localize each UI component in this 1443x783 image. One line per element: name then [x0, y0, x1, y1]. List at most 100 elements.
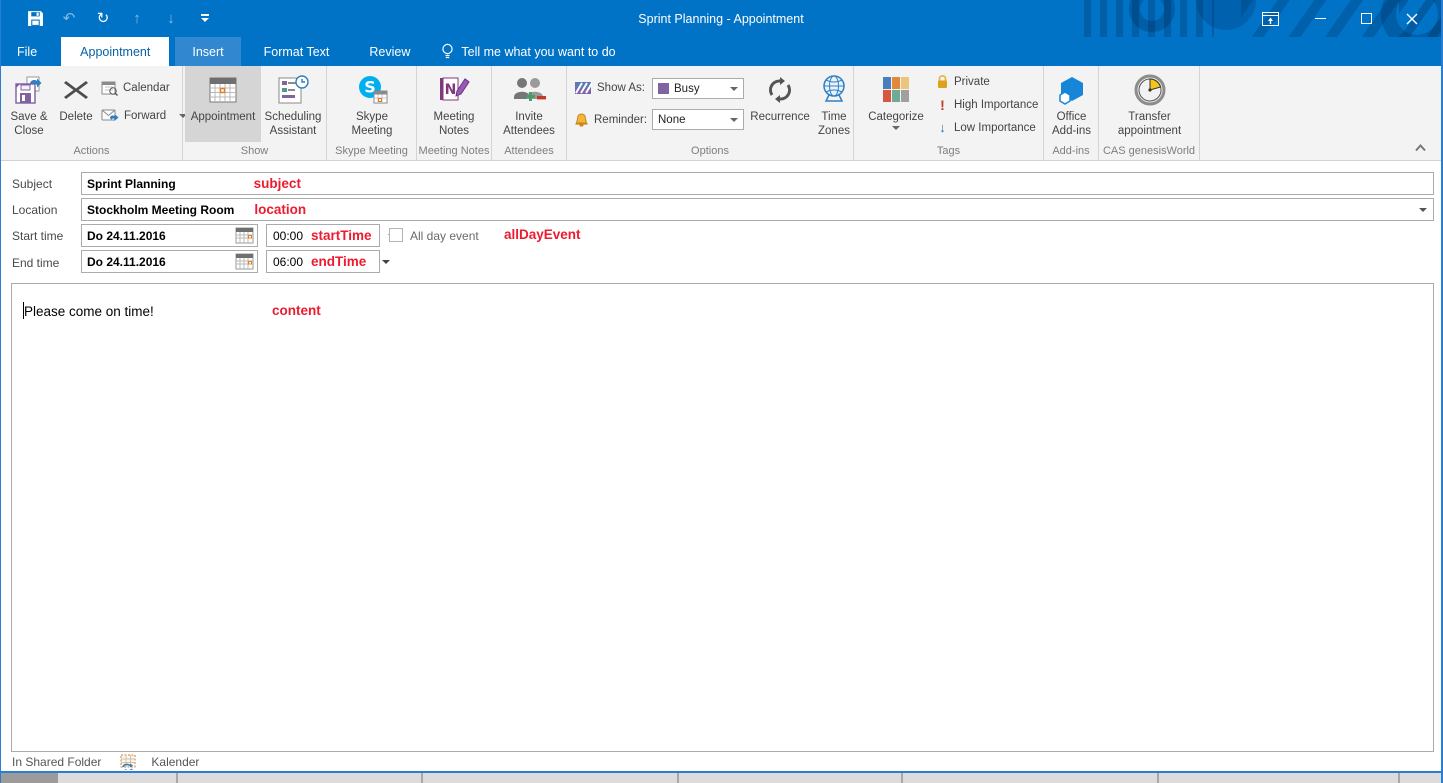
office-addins-icon: [1057, 73, 1087, 107]
status-bar: In Shared Folder Kalender: [1, 752, 1441, 771]
calendar-button[interactable]: Calendar: [101, 80, 170, 96]
meeting-notes-icon: N: [437, 73, 471, 107]
ribbon-tabs: File Appointment Insert Format Text Revi…: [1, 37, 1441, 66]
office-addins-button[interactable]: OfficeAdd-ins: [1047, 70, 1096, 138]
private-button[interactable]: Private: [936, 74, 990, 89]
start-date-picker-icon[interactable]: [235, 227, 254, 244]
subject-field[interactable]: Sprint Planning subject: [81, 172, 1434, 195]
show-as-value: Busy: [674, 83, 700, 95]
appointment-body-editor[interactable]: Please come on time! content: [11, 283, 1434, 752]
tab-format-text[interactable]: Format Text: [247, 37, 347, 66]
skype-label-1: Skype: [356, 111, 388, 123]
collapse-ribbon-icon[interactable]: [1414, 143, 1427, 152]
end-time-value: 06:00: [273, 255, 303, 269]
maximize-button[interactable]: [1345, 4, 1387, 34]
quick-access-toolbar: ↶ ↻ ↑ ↓: [23, 6, 217, 30]
calendar-label: Calendar: [123, 82, 170, 94]
high-importance-icon: !: [936, 97, 949, 113]
high-importance-button[interactable]: ! High Importance: [936, 97, 1038, 113]
lightbulb-icon: [441, 43, 454, 60]
folder-name[interactable]: Kalender: [151, 755, 199, 769]
show-as-row: Show As:: [574, 81, 645, 95]
tab-file[interactable]: File: [1, 37, 53, 66]
up-arrow-icon[interactable]: ↑: [125, 6, 149, 30]
group-attendees: Invite Attendees Attendees: [492, 66, 567, 160]
time-zones-button[interactable]: TimeZones: [815, 70, 853, 138]
group-addins: OfficeAdd-ins Add-ins: [1044, 66, 1099, 160]
appointment-view-button[interactable]: Appointment: [185, 66, 261, 142]
background-window-strip: [1, 773, 1441, 783]
end-time-dropdown-icon: [382, 260, 390, 264]
save-close-icon: [13, 73, 45, 107]
skype-meeting-button[interactable]: S SkypeMeeting: [340, 70, 404, 138]
start-time-annotation: startTime: [311, 228, 372, 243]
scheduling-assistant-icon: [277, 73, 309, 107]
appointment-form: Subject Sprint Planning subject Location…: [1, 161, 1441, 283]
save-close-label-2: Close: [14, 125, 43, 137]
categorize-icon: [881, 73, 911, 107]
end-date-field[interactable]: Do 24.11.2016: [81, 250, 258, 273]
location-label: Location: [12, 203, 57, 217]
group-label-options: Options: [567, 145, 853, 157]
categorize-label: Categorize: [868, 110, 924, 124]
delete-icon: [62, 73, 90, 107]
reminder-value: None: [658, 114, 686, 126]
group-options: Show As: Busy Reminder: None: [567, 66, 854, 160]
location-annotation: location: [254, 202, 306, 217]
transfer-appointment-button[interactable]: Transferappointment: [1107, 70, 1192, 138]
scheduling-assistant-button[interactable]: SchedulingAssistant: [261, 70, 325, 138]
show-as-select[interactable]: Busy: [652, 78, 744, 99]
location-field[interactable]: Stockholm Meeting Room location: [81, 198, 1434, 221]
categorize-dropdown-icon: [892, 126, 900, 130]
save-close-label-1: Save &: [10, 111, 47, 123]
undo-icon[interactable]: ↶: [57, 6, 81, 30]
tab-insert[interactable]: Insert: [175, 37, 240, 66]
customize-qat-icon[interactable]: [193, 6, 217, 30]
minimize-button[interactable]: [1299, 4, 1341, 34]
invite-attendees-label-1: Invite: [515, 111, 543, 123]
meeting-notes-button[interactable]: N MeetingNotes: [424, 70, 484, 138]
invite-attendees-button[interactable]: Invite Attendees: [497, 70, 561, 138]
group-label-attendees: Attendees: [492, 145, 566, 157]
group-label-skype: Skype Meeting: [327, 145, 416, 157]
office-addins-label-1: Office: [1057, 111, 1087, 123]
shared-folder-status: In Shared Folder: [12, 755, 101, 769]
tab-review[interactable]: Review: [352, 37, 427, 66]
private-lock-icon: [936, 74, 949, 89]
save-icon[interactable]: [23, 6, 47, 30]
redo-icon[interactable]: ↻: [91, 6, 115, 30]
low-importance-button[interactable]: ↓ Low Importance: [936, 120, 1036, 135]
forward-label: Forward: [124, 110, 166, 122]
invite-attendees-icon: [512, 73, 546, 107]
tell-me-box[interactable]: Tell me what you want to do: [441, 37, 615, 66]
show-as-dropdown-icon: [730, 87, 738, 91]
end-date-picker-icon[interactable]: [235, 253, 254, 270]
reminder-label: Reminder:: [594, 114, 647, 126]
all-day-event-checkbox[interactable]: [389, 228, 403, 242]
recurrence-button[interactable]: Recurrence: [745, 70, 815, 124]
subject-label: Subject: [12, 177, 52, 191]
invite-attendees-label-2: Attendees: [503, 125, 555, 137]
save-close-button[interactable]: Save & Close: [5, 70, 53, 138]
group-label-meeting-notes: Meeting Notes: [417, 145, 491, 157]
reminder-dropdown-icon: [730, 118, 738, 122]
background-strip-segment: [1, 773, 58, 783]
end-date-value: Do 24.11.2016: [82, 255, 166, 269]
appointment-window: ↶ ↻ ↑ ↓ Sprint Planning - Appointment Fi…: [0, 0, 1443, 783]
end-time-label: End time: [12, 256, 59, 270]
group-skype: S SkypeMeeting Skype Meeting: [327, 66, 417, 160]
delete-button[interactable]: Delete: [55, 70, 97, 124]
end-time-field[interactable]: 06:00 endTime: [266, 250, 380, 273]
close-button[interactable]: [1391, 4, 1433, 34]
time-zones-label-2: Zones: [818, 125, 850, 137]
down-arrow-icon[interactable]: ↓: [159, 6, 183, 30]
start-time-field[interactable]: 00:00 startTime: [266, 224, 380, 247]
forward-button[interactable]: Forward: [101, 109, 187, 123]
ribbon-display-options-icon[interactable]: [1249, 4, 1291, 34]
categorize-button[interactable]: Categorize: [862, 70, 930, 130]
reminder-select[interactable]: None: [652, 109, 744, 130]
start-date-field[interactable]: Do 24.11.2016: [81, 224, 258, 247]
scheduling-label-2: Assistant: [270, 125, 317, 137]
location-dropdown-icon[interactable]: [1419, 208, 1427, 212]
tab-appointment[interactable]: Appointment: [61, 37, 169, 66]
